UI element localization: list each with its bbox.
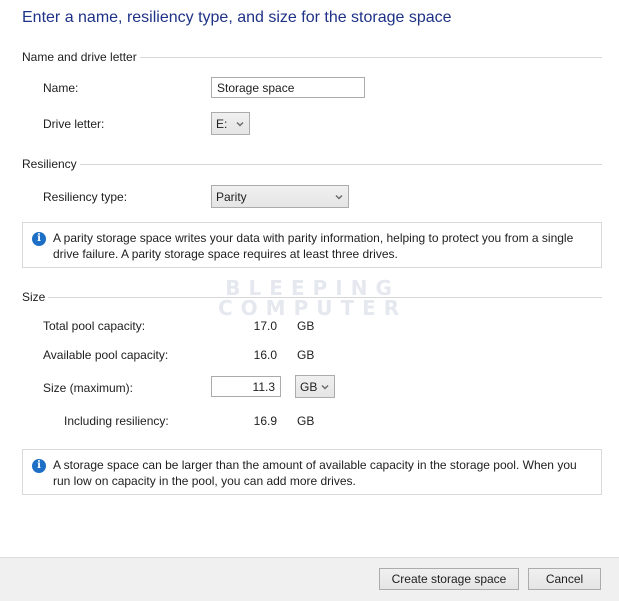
create-storage-space-button[interactable]: Create storage space: [379, 568, 519, 590]
available-pool-capacity-value: 16.0: [253, 348, 277, 362]
including-resiliency-unit: GB: [297, 414, 315, 428]
section-divider: [79, 163, 602, 165]
total-pool-capacity-label: Total pool capacity:: [43, 319, 146, 333]
section-divider: [139, 56, 602, 58]
resiliency-section-header: Resiliency: [22, 157, 602, 171]
available-pool-capacity-label: Available pool capacity:: [43, 348, 169, 362]
page-title: Enter a name, resiliency type, and size …: [22, 9, 452, 26]
size-info-text: A storage space can be larger than the a…: [53, 458, 577, 488]
resiliency-type-value: Parity: [216, 189, 247, 204]
including-resiliency-label: Including resiliency:: [64, 414, 169, 428]
total-pool-capacity-unit: GB: [297, 319, 315, 333]
size-info-box: i A storage space can be larger than the…: [22, 449, 602, 495]
size-unit-select[interactable]: GB: [295, 375, 335, 398]
size-section-header: Size: [22, 290, 602, 304]
section-divider: [48, 296, 602, 298]
size-maximum-input[interactable]: 11.3: [211, 376, 281, 397]
resiliency-type-label: Resiliency type:: [43, 190, 128, 204]
drive-letter-label: Drive letter:: [43, 117, 105, 131]
name-label: Name:: [43, 81, 79, 95]
drive-letter-value: E:: [216, 116, 228, 131]
chevron-down-icon: [321, 384, 329, 390]
resiliency-type-select[interactable]: Parity: [211, 185, 349, 208]
name-input[interactable]: Storage space: [211, 77, 365, 98]
drive-letter-select[interactable]: E:: [211, 112, 250, 135]
cancel-button[interactable]: Cancel: [528, 568, 601, 590]
footer-bar: [0, 557, 619, 601]
name-section-header-label: Name and drive letter: [22, 50, 137, 64]
size-section-header-label: Size: [22, 290, 46, 304]
info-icon: i: [32, 459, 46, 473]
size-maximum-label: Size (maximum):: [43, 381, 134, 395]
available-pool-capacity-unit: GB: [297, 348, 315, 362]
including-resiliency-value: 16.9: [253, 414, 277, 428]
total-pool-capacity-value: 17.0: [253, 319, 277, 333]
resiliency-section-header-label: Resiliency: [22, 157, 77, 171]
chevron-down-icon: [335, 194, 343, 200]
info-icon: i: [32, 232, 46, 246]
resiliency-info-box: i A parity storage space writes your dat…: [22, 222, 602, 268]
name-section-header: Name and drive letter: [22, 50, 602, 64]
size-unit-value: GB: [300, 379, 318, 394]
chevron-down-icon: [236, 121, 244, 127]
resiliency-info-text: A parity storage space writes your data …: [53, 231, 574, 261]
